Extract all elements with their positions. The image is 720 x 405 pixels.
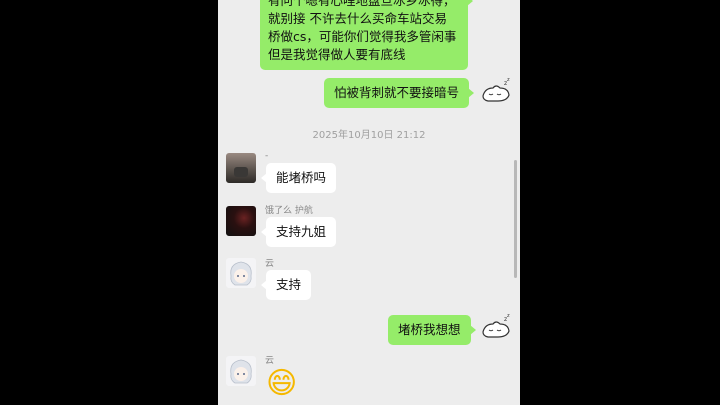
anime-character-icon (230, 261, 252, 286)
contact-avatar[interactable] (226, 258, 256, 288)
self-avatar[interactable]: z z (480, 312, 512, 344)
anime-character-icon (230, 359, 252, 384)
chat-screen: 有问个嗯有心哩地盘旦冰乡冰得， 就别接 不许去什么买命车站交易 桥做cs，可能你… (218, 0, 520, 405)
message-bubble-self[interactable]: 堵桥我想想 (388, 315, 476, 345)
message-bubble[interactable]: 支持 (260, 270, 312, 300)
message-text: 能堵桥吗 (276, 170, 327, 185)
message-bubble[interactable]: 能堵桥吗 (260, 163, 337, 193)
self-avatar[interactable]: z z (480, 76, 512, 108)
message-text: 支持 (276, 277, 302, 292)
message-text: 堵桥我想想 (398, 322, 461, 337)
chat-scrollbar[interactable] (514, 160, 517, 278)
contact-avatar[interactable] (226, 356, 256, 386)
message-bubble-self[interactable]: 怕被背刺就不要接暗号 (324, 78, 475, 108)
sleeping-cat-icon: z z (482, 77, 510, 102)
sleeping-cat-icon: z z (482, 313, 510, 338)
svg-text:z: z (507, 77, 510, 83)
message-line: 有问个嗯有心哩地盘旦冰乡冰得， (268, 0, 456, 8)
message-text: 支持九姐 (276, 224, 327, 239)
message-line: 就别接 不许去什么买命车站交易 (268, 11, 447, 26)
message-bubble-self[interactable]: 有问个嗯有心哩地盘旦冰乡冰得， 就别接 不许去什么买命车站交易 桥做cs，可能你… (260, 0, 473, 70)
contact-avatar[interactable] (226, 206, 256, 236)
message-text: 怕被背刺就不要接暗号 (334, 85, 460, 100)
sender-name: - (265, 151, 269, 161)
contact-avatar[interactable] (226, 153, 256, 183)
sender-name: 云 (265, 259, 275, 269)
sender-name: 饿了么 护航 (265, 206, 313, 216)
message-line: 但是我觉得做人要有底线 (268, 47, 406, 62)
emoji-message[interactable]: 😄 (266, 366, 297, 402)
sender-name: 云 (265, 356, 275, 366)
message-line: 桥做cs，可能你们觉得我多管闲事 (268, 29, 457, 44)
message-timestamp: 2025年10月10日 21:12 (312, 130, 426, 141)
svg-text:z: z (507, 313, 510, 319)
message-bubble[interactable]: 支持九姐 (260, 217, 337, 247)
